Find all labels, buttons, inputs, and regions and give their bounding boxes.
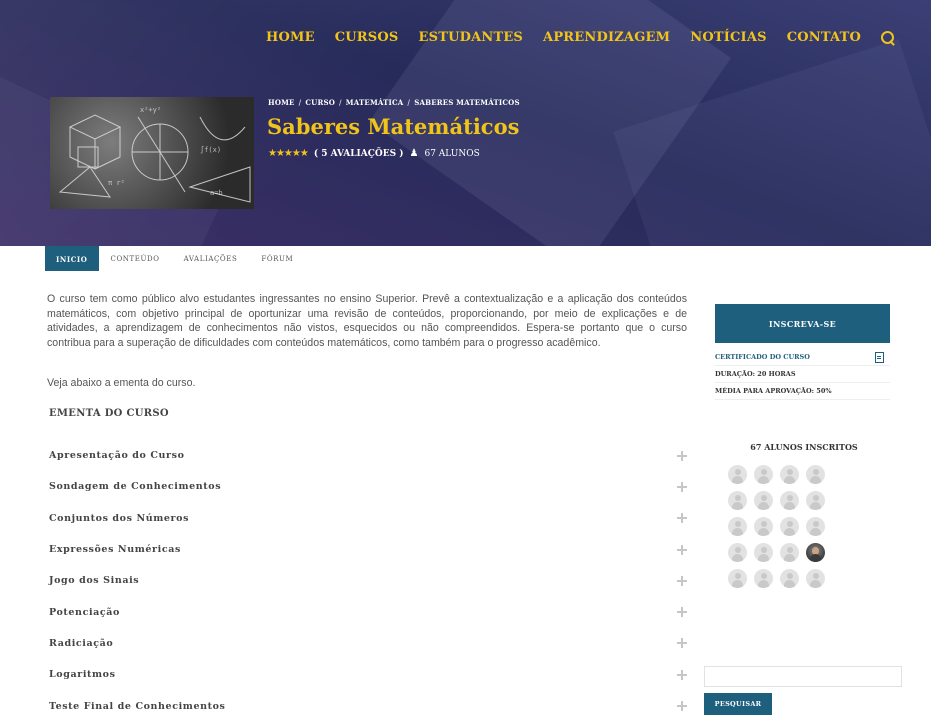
syllabus-item[interactable]: Expressões Numéricas (49, 534, 689, 565)
nav-estudantes[interactable]: ESTUDANTES (419, 30, 524, 45)
search-button[interactable]: PESQUISAR (704, 693, 772, 715)
syllabus-item-label: Jogo dos Sinais (49, 575, 140, 587)
main-nav: HOME CURSOS ESTUDANTES APRENDIZAGEM NOTÍ… (266, 30, 895, 45)
review-count[interactable]: ( 5 AVALIAÇÕES ) (314, 149, 404, 159)
page-title: Saberes Matemáticos (267, 114, 520, 139)
syllabus-item[interactable]: Potenciação (49, 596, 689, 627)
avatar[interactable] (728, 569, 747, 588)
syllabus-item-label: Expressões Numéricas (49, 544, 181, 556)
tab-forum[interactable]: FÓRUM (249, 246, 305, 272)
certificate-icon (875, 351, 884, 363)
nav-cursos[interactable]: CURSOS (335, 30, 399, 45)
syllabus-item-label: Potenciação (49, 606, 120, 618)
certificate-label: CERTIFICADO DO CURSO (715, 353, 810, 361)
avatar[interactable] (806, 517, 825, 536)
expand-icon[interactable] (677, 638, 687, 649)
enroll-button[interactable]: INSCREVA-SE (715, 304, 890, 343)
svg-text:∫f(x): ∫f(x) (200, 145, 221, 154)
syllabus-item-label: Radiciação (49, 637, 114, 649)
svg-text:a=b: a=b (210, 189, 223, 197)
avatar[interactable] (806, 465, 825, 484)
search-icon[interactable] (881, 30, 895, 45)
avatar[interactable] (806, 543, 825, 562)
tab-avaliacoes[interactable]: AVALIAÇÕES (172, 246, 250, 272)
avatar[interactable] (780, 569, 799, 588)
breadcrumb-curso[interactable]: CURSO (305, 98, 335, 107)
expand-icon[interactable] (677, 575, 687, 586)
svg-text:π r²: π r² (108, 179, 125, 187)
approval-label: MÉDIA PARA APROVAÇÃO: 50% (715, 387, 832, 395)
avatar[interactable] (780, 465, 799, 484)
tab-inicio[interactable]: INICIO (45, 246, 99, 271)
syllabus-item[interactable]: Teste Final de Conhecimentos (49, 690, 689, 719)
course-tabs: INICIO CONTEÚDO AVALIAÇÕES FÓRUM (45, 246, 305, 272)
avatar[interactable] (754, 517, 773, 536)
avatar[interactable] (754, 569, 773, 588)
course-thumbnail: x²+y² ∫f(x) π r² a=b (50, 97, 254, 209)
syllabus-note: Veja abaixo a ementa do curso. (47, 377, 196, 389)
tab-conteudo[interactable]: CONTEÚDO (99, 246, 172, 272)
expand-icon[interactable] (677, 544, 687, 555)
avatar[interactable] (806, 491, 825, 510)
course-description: O curso tem como público alvo estudantes… (47, 293, 687, 349)
expand-icon[interactable] (677, 607, 687, 618)
avatar[interactable] (728, 491, 747, 510)
expand-icon[interactable] (677, 513, 687, 524)
expand-icon[interactable] (677, 669, 687, 680)
syllabus-title: EMENTA DO CURSO (49, 408, 169, 419)
avatar[interactable] (728, 517, 747, 536)
approval-row: MÉDIA PARA APROVAÇÃO: 50% (715, 383, 890, 400)
course-hero: HOME CURSOS ESTUDANTES APRENDIZAGEM NOTÍ… (0, 0, 931, 246)
avatar[interactable] (806, 569, 825, 588)
syllabus-item[interactable]: Conjuntos dos Números (49, 503, 689, 534)
syllabus-item-label: Logaritmos (49, 669, 116, 681)
syllabus-item[interactable]: Jogo dos Sinais (49, 565, 689, 596)
breadcrumb-home[interactable]: HOME (268, 98, 295, 107)
breadcrumb: HOME / CURSO / MATEMÁTICA / SABERES MATEMÁTICO… (268, 98, 520, 107)
nav-contato[interactable]: CONTATO (787, 30, 861, 45)
expand-icon[interactable] (677, 450, 687, 461)
avatar[interactable] (754, 543, 773, 562)
avatar[interactable] (754, 491, 773, 510)
syllabus-list: Apresentação do Curso Sondagem de Conhec… (49, 440, 689, 719)
sidebar-search-input[interactable] (704, 666, 902, 687)
syllabus-item[interactable]: Sondagem de Conhecimentos (49, 471, 689, 502)
syllabus-item[interactable]: Apresentação do Curso (49, 440, 689, 471)
duration-row: DURAÇÃO: 20 HORAS (715, 366, 890, 383)
svg-text:x²+y²: x²+y² (140, 106, 161, 114)
syllabus-item[interactable]: Logaritmos (49, 659, 689, 690)
syllabus-item-label: Conjuntos dos Números (49, 512, 190, 524)
nav-aprendizagem[interactable]: APRENDIZAGEM (543, 30, 670, 45)
avatar[interactable] (754, 465, 773, 484)
breadcrumb-current: SABERES MATEMÁTICOS (414, 98, 520, 107)
avatar[interactable] (780, 517, 799, 536)
avatar[interactable] (728, 465, 747, 484)
syllabus-item-label: Sondagem de Conhecimentos (49, 481, 222, 493)
nav-home[interactable]: HOME (266, 30, 315, 45)
student-count: 67 ALUNOS (424, 148, 480, 159)
course-info: CERTIFICADO DO CURSO DURAÇÃO: 20 HORAS M… (715, 349, 890, 400)
avatar[interactable] (780, 491, 799, 510)
course-rating: ★★★★★ ( 5 AVALIAÇÕES ) ♟ 67 ALUNOS (268, 148, 480, 159)
duration-label: DURAÇÃO: 20 HORAS (715, 370, 796, 378)
rating-stars: ★★★★★ (268, 148, 309, 159)
certificate-row[interactable]: CERTIFICADO DO CURSO (715, 349, 890, 366)
avatar[interactable] (728, 543, 747, 562)
enrolled-avatars (728, 465, 825, 588)
syllabus-item[interactable]: Radiciação (49, 628, 689, 659)
expand-icon[interactable] (677, 481, 687, 492)
avatar[interactable] (780, 543, 799, 562)
students-icon: ♟ (409, 148, 419, 159)
syllabus-item-label: Teste Final de Conhecimentos (49, 700, 226, 712)
breadcrumb-matematica[interactable]: MATEMÁTICA (346, 98, 404, 107)
syllabus-item-label: Apresentação do Curso (49, 450, 185, 462)
nav-noticias[interactable]: NOTÍCIAS (690, 30, 766, 45)
enrolled-title: 67 ALUNOS INSCRITOS (750, 442, 858, 452)
expand-icon[interactable] (677, 701, 687, 712)
